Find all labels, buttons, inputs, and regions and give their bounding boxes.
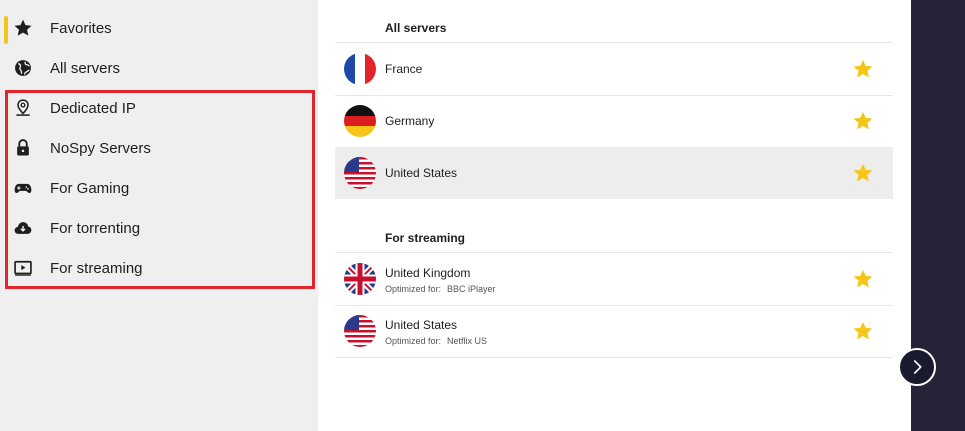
server-row-united-states-streaming[interactable]: United States Optimized for: Netflix US (335, 305, 893, 357)
section-title: All servers (385, 21, 447, 35)
sidebar: Favorites All servers Dedicated IP NoSpy… (0, 0, 318, 431)
chevron-right-icon (908, 358, 926, 376)
server-list-panel: All servers France Germany United States… (318, 0, 911, 431)
optimized-for: Optimized for: BBC iPlayer (385, 284, 496, 294)
favorite-star-icon[interactable] (852, 110, 874, 132)
server-name: United Kingdom (385, 266, 471, 280)
active-indicator (4, 16, 8, 44)
server-name: United States (385, 166, 458, 180)
server-name: United States (385, 318, 458, 332)
favorite-star-icon[interactable] (852, 268, 874, 290)
favorite-star-icon[interactable] (852, 58, 874, 80)
usa-flag-icon (344, 315, 376, 347)
server-row-united-states[interactable]: United States (335, 147, 893, 199)
france-flag-icon (344, 53, 376, 85)
sidebar-item-favorites[interactable]: Favorites (0, 8, 318, 48)
germany-flag-icon (344, 105, 376, 137)
divider (335, 357, 893, 358)
favorite-star-icon[interactable] (852, 162, 874, 184)
uk-flag-icon (344, 263, 376, 295)
sidebar-item-label: All servers (50, 59, 121, 77)
server-name: France (385, 62, 423, 76)
globe-icon (13, 58, 33, 78)
next-button[interactable] (898, 348, 936, 386)
sidebar-item-label: Favorites (50, 19, 112, 37)
sidebar-item-all-servers[interactable]: All servers (0, 48, 318, 88)
server-name: Germany (385, 114, 435, 128)
server-row-united-kingdom[interactable]: United Kingdom Optimized for: BBC iPlayer (335, 253, 893, 305)
highlight-box (5, 90, 315, 289)
star-icon (13, 18, 33, 38)
section-title: For streaming (385, 231, 466, 245)
server-row-germany[interactable]: Germany (335, 95, 893, 147)
optimized-for: Optimized for: Netflix US (385, 336, 488, 346)
favorite-star-icon[interactable] (852, 320, 874, 342)
server-row-france[interactable]: France (335, 43, 893, 95)
usa-flag-icon (344, 157, 376, 189)
